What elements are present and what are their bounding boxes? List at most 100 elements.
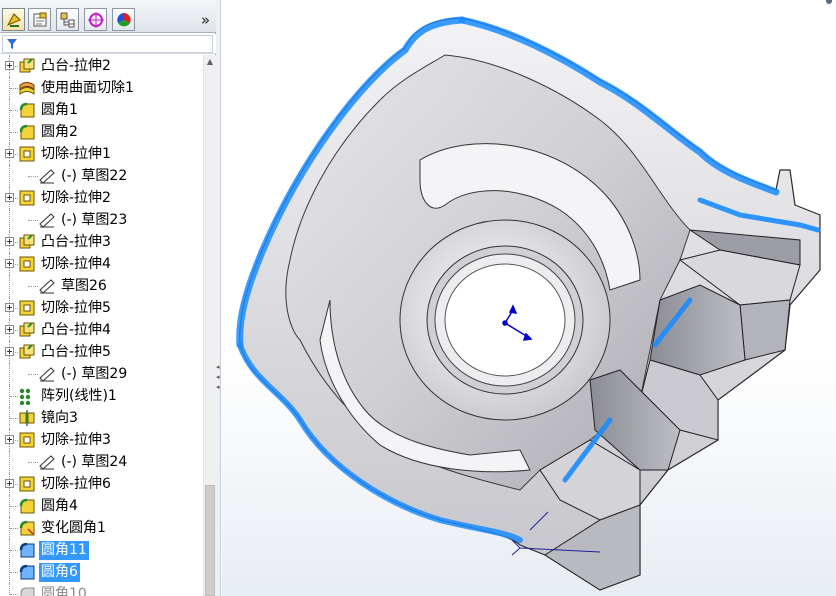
tree-connector [10,418,18,419]
tree-item[interactable]: 凸台-拉伸5 [0,341,203,363]
tree-item-label: (-) 草图24 [61,454,128,470]
tree-item[interactable]: (-) 草图24 [0,451,203,473]
tree-item-label: 凸台-拉伸4 [41,322,111,338]
cut-extrude-icon [19,432,35,448]
part-model-view[interactable] [222,0,836,596]
fillet-icon [19,124,35,140]
graphics-area[interactable] [222,0,836,596]
property-manager-tab[interactable] [28,8,51,31]
tree-connector [28,374,38,375]
expand-toggle-icon[interactable] [5,237,14,246]
tree-item[interactable]: 圆角1 [0,99,203,121]
tree-item-label: 圆角6 [39,563,80,582]
expand-toggle-icon[interactable] [5,347,14,356]
tree-item[interactable]: (-) 草图29 [0,363,203,385]
boss-extrude-icon [19,234,35,249]
tree-item[interactable]: 阵列(线性)1 [0,385,203,407]
tree-item[interactable]: 切除-拉伸4 [0,253,203,275]
tree-item-label: 切除-拉伸5 [41,300,111,316]
sketch-icon [39,279,55,294]
tree-item[interactable]: 草图26 [0,275,203,297]
tree-item[interactable]: 圆角6 [0,561,203,583]
tree-item[interactable]: 镜向3 [0,407,203,429]
tree-connector [9,363,10,385]
sketch-icon [39,213,55,228]
boss-extrude-icon [19,322,35,337]
tree-item[interactable]: (-) 草图23 [0,209,203,231]
expand-toggle-icon[interactable] [5,479,14,488]
tree-connector [9,165,10,187]
fillet-icon [19,102,35,118]
expand-toggle-icon[interactable] [5,435,14,444]
tree-connector [10,110,18,111]
tree-connector [28,462,38,463]
panel-tab-bar: » [0,0,216,33]
tree-item-label: 凸台-拉伸2 [41,58,111,74]
expand-toggle-icon[interactable] [5,149,14,158]
tree-item[interactable]: 切除-拉伸3 [0,429,203,451]
tree-item[interactable]: 变化圆角1 [0,517,203,539]
expand-toggle-icon[interactable] [5,325,14,334]
tree-item-label: 切除-拉伸3 [41,432,111,448]
tree-connector [9,209,10,231]
tree-item-label: 切除-拉伸2 [41,190,111,206]
tree-item[interactable]: 切除-拉伸2 [0,187,203,209]
tree-item-label: 圆角11 [39,541,89,560]
tree-item-label: 切除-拉伸4 [41,256,111,272]
tree-item[interactable]: 凸台-拉伸2 [0,55,203,77]
tree-item-label: 凸台-拉伸3 [41,234,111,250]
cut-extrude-icon [19,190,35,206]
expand-toggle-icon[interactable] [5,61,14,70]
tree-item[interactable]: 圆角11 [0,539,203,561]
tree-item[interactable]: 圆角10 [0,583,203,596]
fillet-icon [19,498,35,514]
boss-extrude-icon [19,344,35,359]
configuration-manager-tab[interactable] [56,8,79,31]
expand-toggle-icon[interactable] [5,259,14,268]
tree-scrollbar[interactable]: ▲ [203,55,216,596]
linear-pattern-icon [19,388,31,405]
display-manager-tab[interactable] [112,8,135,31]
feature-manager-tab[interactable] [2,8,25,31]
mirror-icon [19,410,35,426]
fillet-blue-icon [19,564,35,580]
surface-cut-icon [19,82,35,95]
filter-bar [0,34,216,54]
panel-splitter[interactable]: ◂ ◂ ◂ [216,0,221,596]
cut-extrude-icon [19,146,35,162]
tree-connector [10,88,18,89]
sketch-icon [39,367,55,382]
tree-item-label: 阵列(线性)1 [41,388,117,404]
sketch-icon [39,169,55,184]
filter-field[interactable] [2,35,213,53]
configuration-manager-tab-icon [60,12,75,28]
collapse-panel-grip-icon[interactable]: ◂ ◂ ◂ [216,362,221,392]
tree-item[interactable]: 切除-拉伸5 [0,297,203,319]
tree-connector [10,396,18,397]
tree-connector [28,220,38,221]
tree-item[interactable]: 圆角2 [0,121,203,143]
tree-connector [10,594,18,595]
tree-item[interactable]: 切除-拉伸1 [0,143,203,165]
tree-item[interactable]: 凸台-拉伸4 [0,319,203,341]
expand-toggle-icon[interactable] [5,303,14,312]
cut-extrude-icon [19,256,35,272]
property-manager-tab-icon [33,12,47,27]
more-tabs-button[interactable]: » [201,11,210,29]
tree-item[interactable]: 切除-拉伸6 [0,473,203,495]
scroll-up-arrow-icon[interactable]: ▲ [204,55,216,68]
dimxpert-manager-tab-icon [88,12,104,28]
tree-item[interactable]: (-) 草图22 [0,165,203,187]
filter-icon [7,39,17,49]
tree-item[interactable]: 使用曲面切除1 [0,77,203,99]
expand-toggle-icon[interactable] [5,193,14,202]
tree-item[interactable]: 凸台-拉伸3 [0,231,203,253]
tree-item[interactable]: 圆角4 [0,495,203,517]
dimxpert-manager-tab[interactable] [84,8,107,31]
tree-connector [10,506,18,507]
tree-item-label: 变化圆角1 [41,520,106,536]
tree-item-label: 圆角1 [41,102,78,118]
cut-extrude-icon [19,300,35,316]
scroll-thumb[interactable] [205,485,215,596]
sketch-icon [39,455,55,470]
